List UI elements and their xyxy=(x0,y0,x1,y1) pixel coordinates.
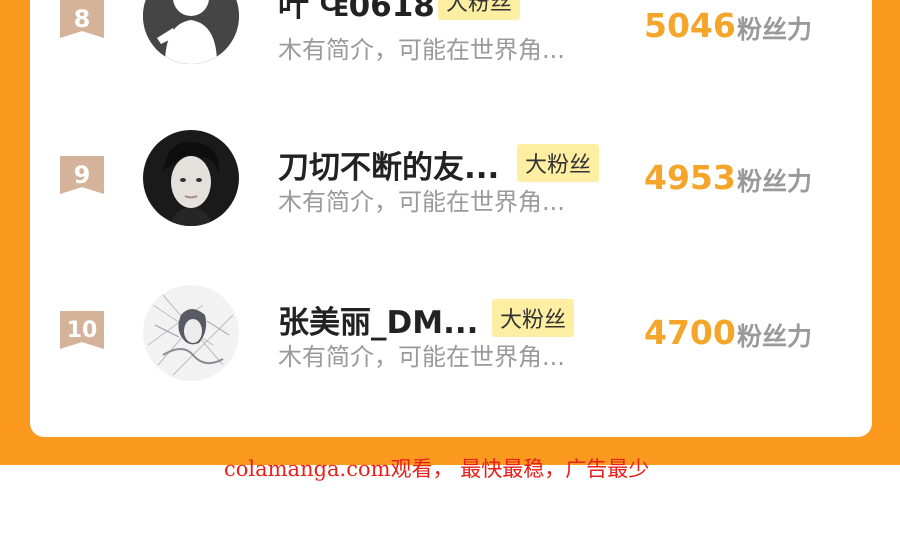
user-bio: 木有简介，可能在世界角... xyxy=(278,188,565,216)
fan-power-unit: 粉丝力 xyxy=(737,322,813,351)
user-bio: 木有简介，可能在世界角... xyxy=(278,36,565,64)
username[interactable]: 叶 ₠0618 xyxy=(278,0,435,25)
fan-power-score: 4700 xyxy=(644,313,736,352)
rank-badge: 8 xyxy=(60,0,104,38)
avatar[interactable] xyxy=(143,0,239,64)
user-bio: 木有简介，可能在世界角... xyxy=(278,343,565,371)
avatar[interactable] xyxy=(143,130,239,226)
fan-power-unit: 粉丝力 xyxy=(737,167,813,196)
rank-badge: 10 xyxy=(60,311,104,349)
fan-row[interactable]: 9 刀切不断的友... 大粉丝 木有简介，可能在世界角... 4953 粉丝力 xyxy=(30,120,872,230)
big-fan-tag: 大粉丝 xyxy=(492,299,575,337)
avatar[interactable] xyxy=(143,285,239,381)
rank-badge: 9 xyxy=(60,156,104,194)
default-ghost-avatar-icon xyxy=(143,0,239,64)
big-fan-tag: 大粉丝 xyxy=(438,0,521,20)
big-fan-tag: 大粉丝 xyxy=(517,144,600,182)
sketch-art-avatar-icon xyxy=(143,285,239,381)
rank-number: 9 xyxy=(73,161,91,189)
fan-ranking-card: 8 叶 ₠0618 大粉丝 木有简介，可能在世界角... 5046 粉丝力 9 xyxy=(30,0,872,437)
rank-number: 10 xyxy=(66,317,98,343)
username[interactable]: 张美丽_DM... xyxy=(278,297,478,342)
fan-row[interactable]: 10 张美丽_DM... 大粉丝 木有简介，可能在世界角... 4700 粉丝力 xyxy=(30,275,872,385)
portrait-photo-avatar-icon xyxy=(143,130,239,226)
fan-power-score: 4953 xyxy=(644,158,736,197)
fan-power-unit: 粉丝力 xyxy=(737,15,813,44)
username[interactable]: 刀切不断的友... xyxy=(278,142,499,187)
fan-row[interactable]: 8 叶 ₠0618 大粉丝 木有简介，可能在世界角... 5046 粉丝力 xyxy=(30,0,872,70)
rank-number: 8 xyxy=(73,5,91,33)
fan-power-score: 5046 xyxy=(644,6,736,45)
watermark-text: colamanga.com观看， 最快最稳，广告最少 xyxy=(224,457,650,481)
